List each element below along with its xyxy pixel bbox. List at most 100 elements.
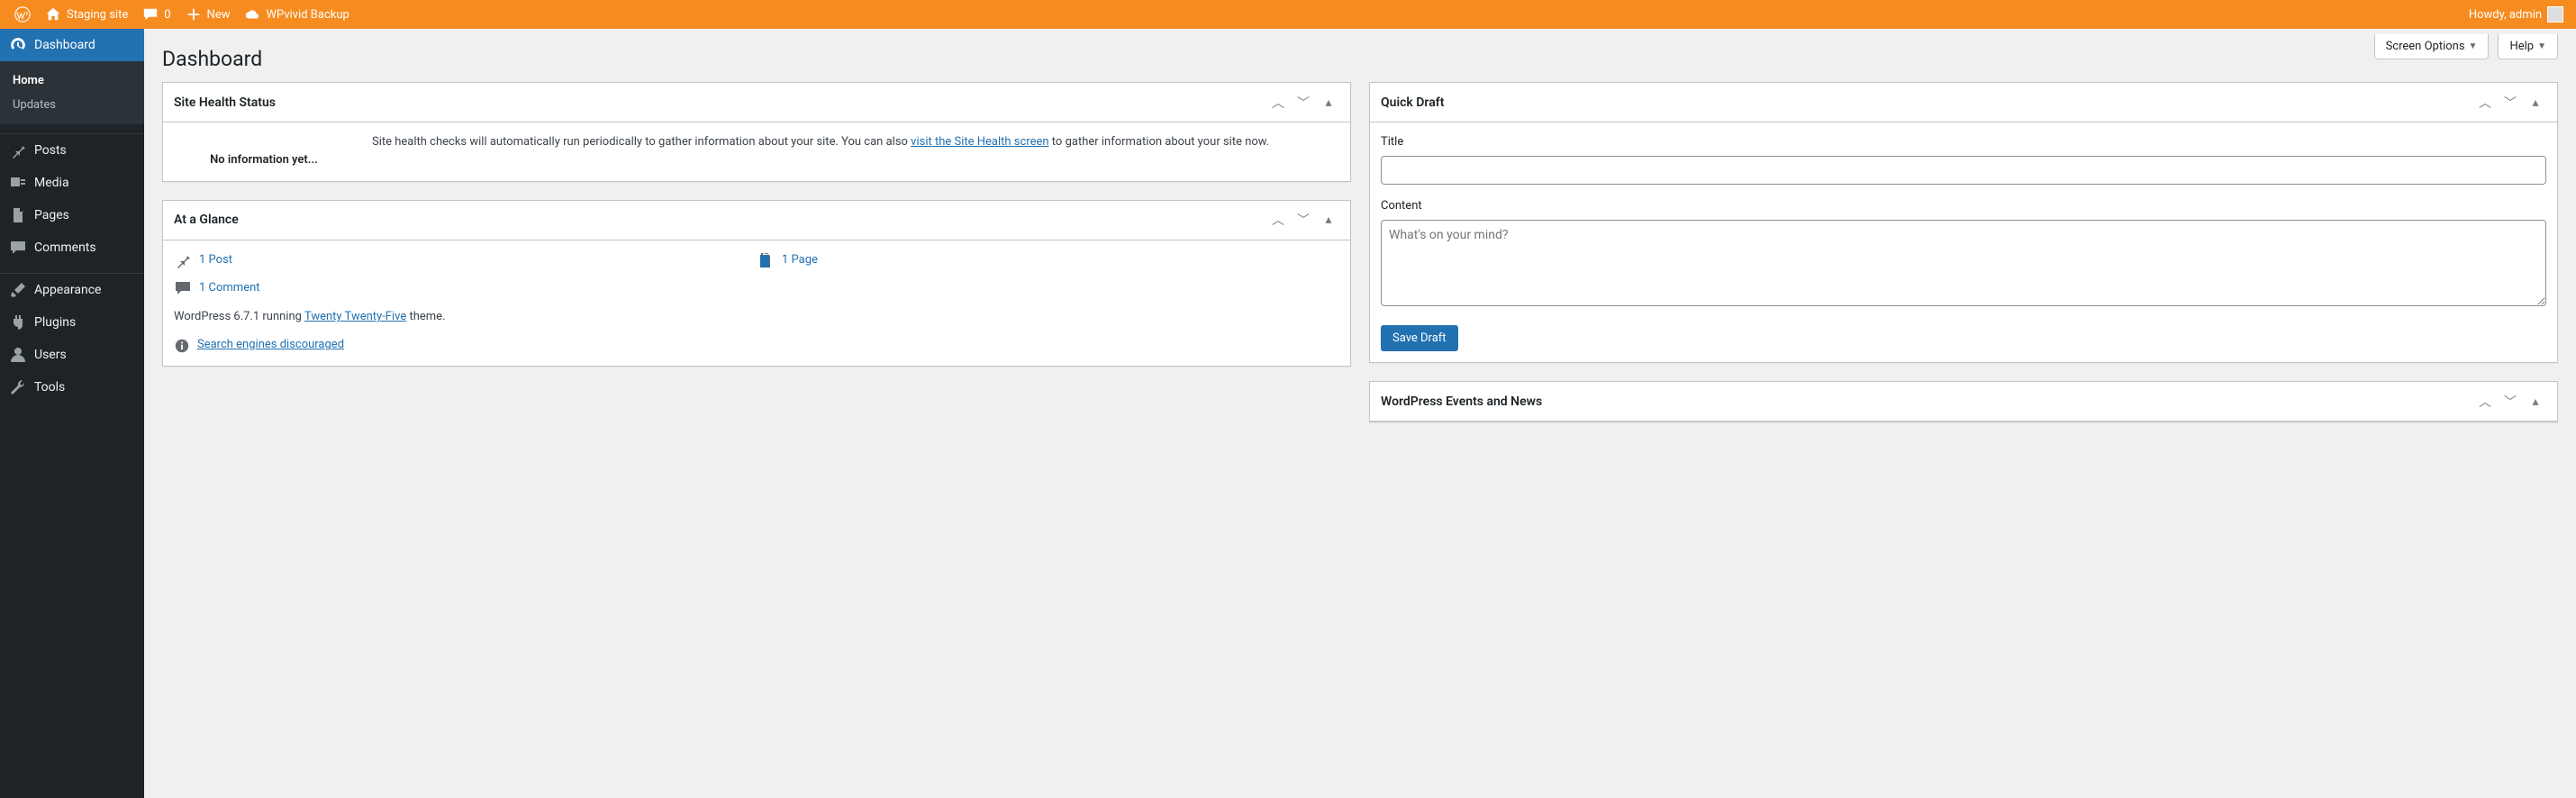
glance-seo-link[interactable]: Search engines discouraged bbox=[197, 336, 344, 355]
wp-logo[interactable] bbox=[7, 0, 38, 29]
new-link[interactable]: New bbox=[178, 0, 238, 29]
at-a-glance-title: At a Glance bbox=[174, 213, 1267, 227]
wordpress-icon bbox=[14, 6, 31, 23]
howdy-text: Howdy, admin bbox=[2469, 8, 2542, 22]
move-down-icon[interactable]: ﹀ bbox=[2499, 391, 2521, 413]
site-name-link[interactable]: Staging site bbox=[38, 0, 135, 29]
toggle-icon[interactable]: ▴ bbox=[2525, 92, 2546, 113]
menu-tools-label: Tools bbox=[34, 380, 65, 394]
new-label: New bbox=[207, 8, 231, 22]
dashboard-col-right: Quick Draft ︿ ﹀ ▴ Title Cont bbox=[1369, 82, 2558, 422]
chevron-down-icon: ▼ bbox=[2469, 41, 2478, 51]
menu-appearance-label: Appearance bbox=[34, 283, 101, 297]
events-news-title: WordPress Events and News bbox=[1381, 394, 2474, 409]
wpvivid-label: WPvivid Backup bbox=[266, 8, 349, 22]
glance-posts-text: 1 Post bbox=[199, 251, 232, 270]
site-health-header[interactable]: Site Health Status ︿ ﹀ ▴ bbox=[163, 83, 1350, 122]
admin-bar-right: Howdy, admin bbox=[2462, 0, 2569, 29]
glance-wp-version: WordPress 6.7.1 running Twenty Twenty-Fi… bbox=[174, 308, 1339, 327]
info-icon bbox=[174, 338, 190, 354]
postbox-controls: ︿ ﹀ ▴ bbox=[2474, 92, 2546, 113]
help-label: Help bbox=[2509, 40, 2534, 53]
comment-icon bbox=[142, 6, 159, 23]
glance-comments-text: 1 Comment bbox=[199, 279, 260, 298]
site-health-status: No information yet... bbox=[174, 133, 354, 170]
save-draft-button[interactable]: Save Draft bbox=[1381, 325, 1458, 351]
menu-posts-label: Posts bbox=[34, 143, 67, 158]
comments-link[interactable]: 0 bbox=[135, 0, 177, 29]
pages-icon bbox=[757, 251, 775, 269]
wpvivid-link[interactable]: WPvivid Backup bbox=[237, 0, 356, 29]
quick-draft-box: Quick Draft ︿ ﹀ ▴ Title Cont bbox=[1369, 82, 2558, 363]
at-a-glance-box: At a Glance ︿ ﹀ ▴ 1 Post bbox=[162, 200, 1351, 367]
postbox-controls: ︿ ﹀ ▴ bbox=[1267, 92, 1339, 113]
menu-dashboard-label: Dashboard bbox=[34, 38, 95, 52]
toggle-icon[interactable]: ▴ bbox=[2525, 391, 2546, 413]
chevron-down-icon: ▼ bbox=[2537, 41, 2546, 51]
glance-pages-link[interactable]: 1 Page bbox=[757, 251, 1339, 270]
screen-options-toggle[interactable]: Screen Options ▼ bbox=[2374, 34, 2490, 59]
site-health-link[interactable]: visit the Site Health screen bbox=[911, 135, 1048, 149]
move-up-icon[interactable]: ︿ bbox=[2474, 391, 2496, 413]
menu-users-label: Users bbox=[34, 348, 67, 362]
dashboard-icon bbox=[9, 36, 27, 54]
quick-draft-content-label: Content bbox=[1381, 197, 2546, 216]
postbox-controls: ︿ ﹀ ▴ bbox=[2474, 391, 2546, 413]
events-news-header[interactable]: WordPress Events and News ︿ ﹀ ▴ bbox=[1370, 382, 2557, 422]
menu-users[interactable]: Users bbox=[0, 339, 144, 371]
toggle-icon[interactable]: ▴ bbox=[1318, 92, 1339, 113]
glance-comments-link[interactable]: 1 Comment bbox=[174, 279, 757, 298]
glance-posts-link[interactable]: 1 Post bbox=[174, 251, 757, 270]
help-toggle[interactable]: Help ▼ bbox=[2498, 34, 2558, 59]
menu-media[interactable]: Media bbox=[0, 167, 144, 199]
menu-pages[interactable]: Pages bbox=[0, 199, 144, 231]
menu-pages-label: Pages bbox=[34, 208, 69, 222]
events-news-box: WordPress Events and News ︿ ﹀ ▴ bbox=[1369, 381, 2558, 422]
brush-icon bbox=[9, 281, 27, 299]
home-icon bbox=[45, 6, 61, 23]
menu-comments[interactable]: Comments bbox=[0, 231, 144, 264]
site-health-box: Site Health Status ︿ ﹀ ▴ No information … bbox=[162, 82, 1351, 182]
media-icon bbox=[9, 174, 27, 192]
move-down-icon[interactable]: ﹀ bbox=[2499, 92, 2521, 113]
move-up-icon[interactable]: ︿ bbox=[1267, 92, 1289, 113]
quick-draft-title-label: Title bbox=[1381, 133, 2546, 152]
move-up-icon[interactable]: ︿ bbox=[2474, 92, 2496, 113]
menu-dashboard[interactable]: Dashboard bbox=[0, 29, 144, 61]
comments-count: 0 bbox=[164, 8, 170, 22]
plug-icon bbox=[9, 313, 27, 331]
glance-wp-pre: WordPress 6.7.1 running bbox=[174, 310, 304, 323]
move-up-icon[interactable]: ︿ bbox=[1267, 209, 1289, 231]
submenu-updates[interactable]: Updates bbox=[0, 93, 144, 117]
site-health-body: Site health checks will automatically ru… bbox=[372, 133, 1339, 152]
menu-tools[interactable]: Tools bbox=[0, 371, 144, 404]
menu-plugins[interactable]: Plugins bbox=[0, 306, 144, 339]
plus-icon bbox=[186, 6, 202, 23]
glance-theme-link[interactable]: Twenty Twenty-Five bbox=[304, 310, 406, 323]
move-down-icon[interactable]: ﹀ bbox=[1293, 92, 1314, 113]
quick-draft-title-input[interactable] bbox=[1381, 156, 2546, 185]
site-health-text-pre: Site health checks will automatically ru… bbox=[372, 135, 911, 149]
at-a-glance-header[interactable]: At a Glance ︿ ﹀ ▴ bbox=[163, 201, 1350, 240]
menu-media-label: Media bbox=[34, 176, 69, 190]
pages-icon bbox=[9, 206, 27, 224]
site-health-title: Site Health Status bbox=[174, 95, 1267, 110]
site-health-text-post: to gather information about your site no… bbox=[1049, 135, 1270, 149]
menu-plugins-label: Plugins bbox=[34, 315, 76, 330]
submenu-home[interactable]: Home bbox=[0, 68, 144, 93]
toggle-icon[interactable]: ▴ bbox=[1318, 209, 1339, 231]
quick-draft-content-textarea[interactable] bbox=[1381, 220, 2546, 306]
glance-wp-post: theme. bbox=[406, 310, 445, 323]
wrench-icon bbox=[9, 378, 27, 396]
main-content: Screen Options ▼ Help ▼ Dashboard Site H… bbox=[144, 29, 2576, 798]
admin-bar-left: Staging site 0 New WPvivid Backup bbox=[7, 0, 357, 29]
quick-draft-header[interactable]: Quick Draft ︿ ﹀ ▴ bbox=[1370, 83, 2557, 122]
menu-posts[interactable]: Posts bbox=[0, 134, 144, 167]
site-name-text: Staging site bbox=[67, 8, 128, 22]
comments-icon bbox=[9, 239, 27, 257]
dashboard-submenu: Home Updates bbox=[0, 61, 144, 124]
move-down-icon[interactable]: ﹀ bbox=[1293, 209, 1314, 231]
page-title: Dashboard bbox=[162, 29, 2558, 82]
my-account[interactable]: Howdy, admin bbox=[2462, 0, 2565, 29]
menu-appearance[interactable]: Appearance bbox=[0, 274, 144, 306]
